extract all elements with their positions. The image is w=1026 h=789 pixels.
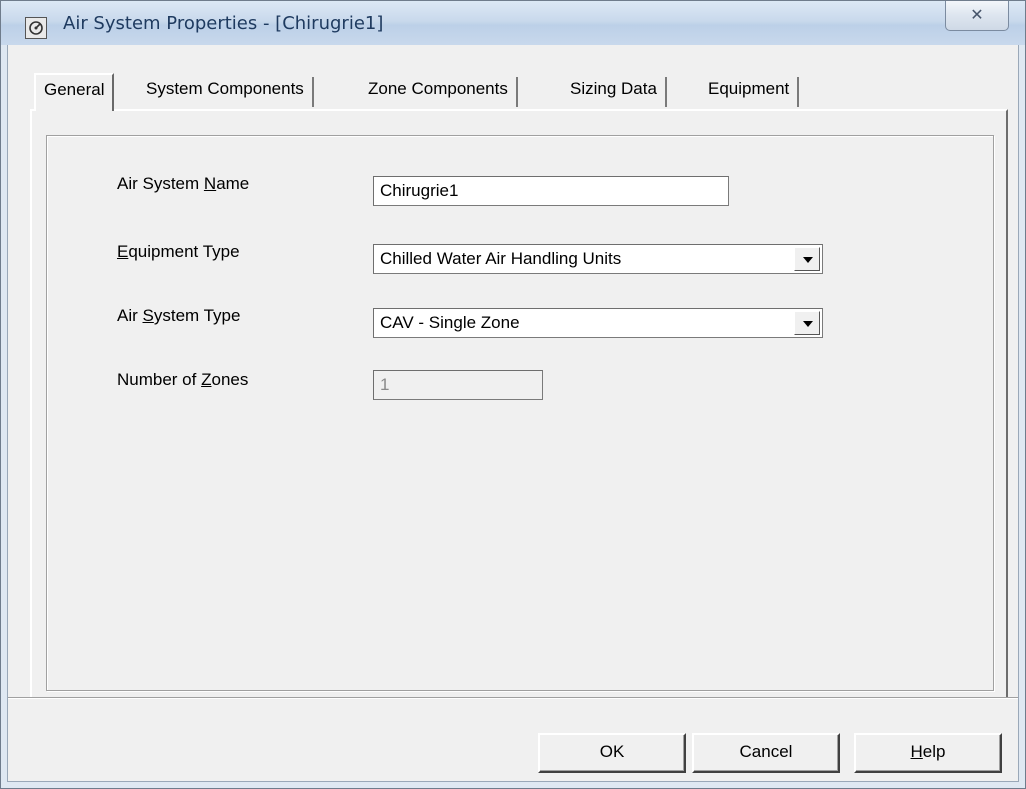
number-of-zones-label: Number of Zones (117, 370, 248, 390)
ok-button[interactable]: OK (538, 733, 686, 773)
label-accel: Z (201, 370, 212, 389)
panel-group-box: Air System Name Chirugrie1 Equipment Typ… (46, 135, 994, 691)
button-label: OK (599, 742, 625, 761)
tab-label: Sizing Data (570, 79, 657, 98)
dialog-client-area: General System Components Zone Component… (7, 45, 1019, 782)
input-value: 1 (380, 375, 390, 394)
cancel-button[interactable]: Cancel (692, 733, 840, 773)
air-system-type-label: Air System Type (117, 306, 240, 326)
tab-label: Zone Components (368, 79, 508, 98)
dropdown-button[interactable] (794, 247, 820, 271)
air-system-name-label: Air System Name (117, 174, 249, 194)
label-accel: N (203, 174, 217, 193)
close-button[interactable]: ✕ (945, 1, 1009, 31)
app-icon (25, 17, 47, 39)
select-value: CAV - Single Zone (380, 313, 520, 332)
air-system-name-input[interactable]: Chirugrie1 (373, 176, 729, 206)
chevron-down-icon (803, 321, 813, 327)
button-accel: H (910, 742, 923, 761)
tab-label: General (44, 80, 105, 99)
button-label: Cancel (739, 742, 793, 761)
equipment-type-label: Equipment Type (117, 242, 240, 262)
button-label: elp (922, 742, 946, 761)
help-button[interactable]: Help (854, 733, 1002, 773)
tab-label: System Components (146, 79, 304, 98)
dialog-window: Air System Properties - [Chirugrie1] ✕ G… (0, 0, 1026, 789)
tab-general[interactable]: General (34, 73, 115, 111)
equipment-type-select[interactable]: Chilled Water Air Handling Units (373, 244, 823, 274)
chevron-down-icon (803, 257, 813, 263)
air-system-type-select[interactable]: CAV - Single Zone (373, 308, 823, 338)
label-text: ystem Type (153, 306, 241, 325)
dropdown-button[interactable] (794, 311, 820, 335)
label-accel: E (117, 242, 129, 261)
close-icon: ✕ (970, 5, 984, 24)
label-text: Air (117, 306, 143, 325)
label-text: ones (211, 370, 249, 389)
window-title: Air System Properties - [Chirugrie1] (63, 13, 384, 34)
label-text: quipment Type (128, 242, 240, 261)
select-value: Chilled Water Air Handling Units (380, 249, 622, 268)
tab-equipment[interactable]: Equipment (700, 77, 800, 107)
tab-zone-components[interactable]: Zone Components (360, 77, 518, 107)
tab-system-components[interactable]: System Components (138, 77, 314, 107)
label-text: Air System (117, 174, 204, 193)
label-text: Number of (117, 370, 202, 389)
button-separator (8, 697, 1018, 699)
tab-sizing-data[interactable]: Sizing Data (562, 77, 667, 107)
tab-label: Equipment (708, 79, 790, 98)
input-value: Chirugrie1 (380, 181, 459, 200)
label-accel: S (142, 306, 154, 325)
number-of-zones-input: 1 (373, 370, 543, 400)
general-tab-panel: Air System Name Chirugrie1 Equipment Typ… (30, 109, 1008, 699)
label-text: ame (216, 174, 250, 193)
title-bar[interactable]: Air System Properties - [Chirugrie1] ✕ (1, 1, 1025, 45)
